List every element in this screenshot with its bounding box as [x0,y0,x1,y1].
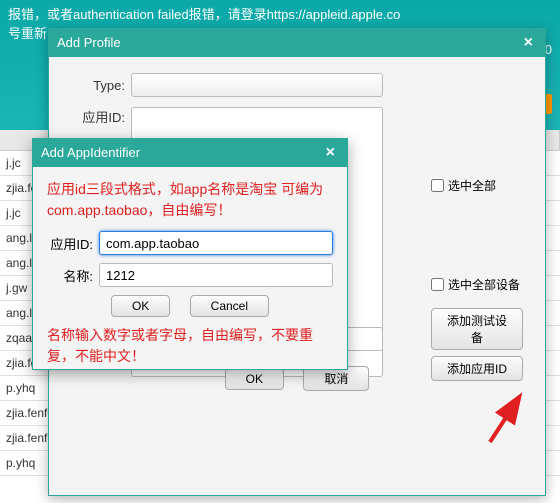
type-label: Type: [69,78,131,93]
hint-text-1: 应用id三段式格式，如app名称是淘宝 可编为com.app.taobao，自由… [47,179,333,221]
appid-cancel-button[interactable]: Cancel [190,295,269,317]
appid-field-label: 应用ID: [47,234,99,253]
appid-title-bar: Add AppIdentifier × [33,139,347,167]
appid-input[interactable] [99,231,333,255]
name-input[interactable] [99,263,333,287]
check-select-all-devices[interactable]: 选中全部设备 [431,276,523,293]
close-icon[interactable]: × [520,29,537,57]
appid-label: 应用ID: [69,107,131,126]
side-column: 选中全部 选中全部设备 添加测试设备 添加应用ID [431,177,523,384]
close-icon[interactable]: × [322,139,339,167]
hint-text-2: 名称输入数字或者字母，自由编写，不要重复，不能中文！ [47,325,333,367]
profile-title: Add Profile [57,29,121,57]
checkbox-all[interactable] [431,179,444,192]
profile-title-bar: Add Profile × [49,29,545,57]
check-select-all[interactable]: 选中全部 [431,177,523,194]
appid-title: Add AppIdentifier [41,139,140,167]
appid-ok-button[interactable]: OK [111,295,170,317]
banner-text-1: 报错，或者authentication failed报错，请登录https://… [8,4,552,23]
btn-add-test-device[interactable]: 添加测试设备 [431,308,523,350]
checkbox-all-devices[interactable] [431,278,444,291]
type-select[interactable] [131,73,383,97]
dialog-add-appidentifier: Add AppIdentifier × 应用id三段式格式，如app名称是淘宝 … [32,138,348,370]
name-field-label: 名称: [47,266,99,285]
arrow-annotation [480,387,530,447]
